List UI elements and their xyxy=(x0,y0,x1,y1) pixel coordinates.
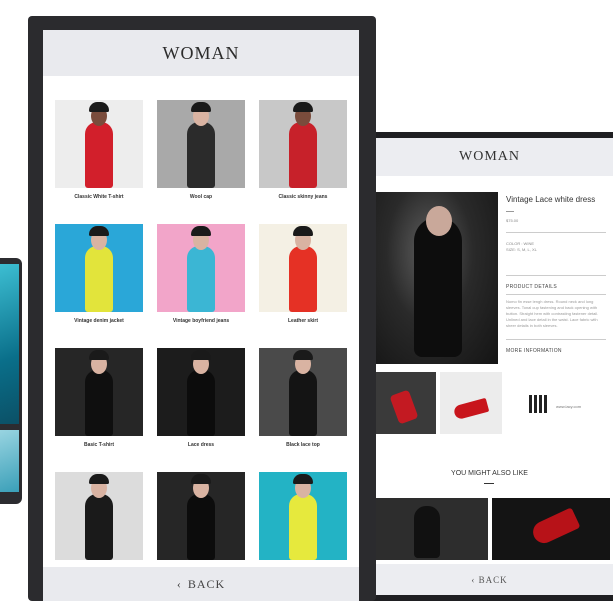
product-card[interactable]: Vintage boyfriend jeans xyxy=(157,224,245,348)
qr-code-icon[interactable] xyxy=(529,395,547,413)
product-detail-screen: WOMAN Vintage Lace white dress $75.00 CO… xyxy=(366,138,613,595)
model-hair xyxy=(191,226,211,236)
model-hair xyxy=(191,350,211,360)
product-hero-image[interactable] xyxy=(374,192,498,364)
product-card[interactable]: Classic White T-shirt xyxy=(55,100,143,224)
product-photo[interactable] xyxy=(55,472,143,560)
product-thumbnail[interactable] xyxy=(374,372,436,434)
model-outfit xyxy=(187,494,215,560)
you-might-also-like-heading: YOU MIGHT ALSO LIKE xyxy=(451,470,528,477)
product-photo[interactable] xyxy=(157,224,245,312)
product-caption: Vintage denim jacket xyxy=(74,318,124,324)
product-photo[interactable] xyxy=(157,472,245,560)
model-figure xyxy=(414,506,440,558)
left-display-partial xyxy=(0,258,22,504)
left-display-image-top xyxy=(0,264,19,424)
model-hair xyxy=(293,474,313,484)
model-outfit xyxy=(289,246,317,312)
catalog-display: WOMAN Classic White T-shirt Wool cap Class… xyxy=(28,16,376,601)
catalog-screen: WOMAN Classic White T-shirt Wool cap Class… xyxy=(43,30,359,601)
model-hair xyxy=(191,474,211,484)
model-outfit xyxy=(85,122,113,188)
model-outfit xyxy=(187,370,215,436)
model-hair xyxy=(293,350,313,360)
model-face xyxy=(426,206,452,236)
model-outfit xyxy=(289,370,317,436)
product-caption: Classic skinny jeans xyxy=(278,194,328,200)
detail-back-button[interactable]: ‹ BACK xyxy=(366,564,613,595)
product-info: Vintage Lace white dress $75.00 COLOR : … xyxy=(506,194,606,354)
left-display-image-bottom xyxy=(0,430,19,492)
more-information-heading: MORE INFORMATION xyxy=(506,348,562,354)
model-hair xyxy=(191,102,211,112)
product-price: $75.00 xyxy=(506,218,519,223)
product-card[interactable]: Wool cap xyxy=(157,100,245,224)
product-photo[interactable] xyxy=(55,100,143,188)
model-outfit xyxy=(289,122,317,188)
product-card[interactable]: Lace dress xyxy=(157,348,245,472)
product-size[interactable]: SIZE: S, M, L, XL xyxy=(506,247,606,253)
shoe-image xyxy=(389,389,419,425)
model-hair xyxy=(293,226,313,236)
model-hair xyxy=(89,350,109,360)
divider xyxy=(506,211,514,212)
product-grid: Classic White T-shirt Wool cap Classic ski… xyxy=(55,100,347,596)
product-thumbnail[interactable] xyxy=(440,372,502,434)
product-photo[interactable] xyxy=(157,348,245,436)
product-url[interactable]: www.lacy.com xyxy=(556,404,581,409)
product-photo[interactable] xyxy=(259,100,347,188)
product-caption: Vintage boyfriend jeans xyxy=(172,318,230,324)
model-hair xyxy=(89,102,109,112)
catalog-header: WOMAN xyxy=(43,30,359,76)
detail-page-title: WOMAN xyxy=(459,149,520,164)
product-card[interactable]: Basic T-shirt xyxy=(55,348,143,472)
product-photo[interactable] xyxy=(259,348,347,436)
product-name: Vintage Lace white dress xyxy=(506,195,596,204)
detail-header: WOMAN xyxy=(366,138,613,176)
divider xyxy=(506,232,606,233)
model-outfit xyxy=(85,246,113,312)
back-label: ‹ BACK xyxy=(176,576,226,591)
divider xyxy=(506,275,606,276)
back-button[interactable]: ‹ BACK xyxy=(43,567,359,601)
divider xyxy=(506,339,606,340)
product-caption: Black lace top xyxy=(286,442,320,448)
divider xyxy=(484,483,494,484)
model-outfit xyxy=(187,246,215,312)
model-hair xyxy=(89,474,109,484)
model-outfit xyxy=(85,370,113,436)
product-photo[interactable] xyxy=(259,224,347,312)
product-card[interactable]: Vintage denim jacket xyxy=(55,224,143,348)
divider xyxy=(506,294,606,295)
product-caption: Wool cap xyxy=(189,194,213,200)
chevron-left-icon: ‹ xyxy=(471,574,476,585)
product-photo[interactable] xyxy=(259,472,347,560)
model-outfit xyxy=(289,494,317,560)
model-figure xyxy=(414,217,462,357)
product-caption: Classic White T-shirt xyxy=(74,194,124,200)
model-outfit xyxy=(85,494,113,560)
product-photo[interactable] xyxy=(55,348,143,436)
product-card[interactable]: Leather skirt xyxy=(259,224,347,348)
product-detail-display: WOMAN Vintage Lace white dress $75.00 CO… xyxy=(352,132,613,601)
shoe-image xyxy=(529,507,581,547)
product-details-text: Nomo fin esse lengh dress. Round neck an… xyxy=(506,299,599,328)
product-caption: Lace dress xyxy=(187,442,215,448)
product-caption: Basic T-shirt xyxy=(83,442,114,448)
shoe-image xyxy=(452,397,490,421)
model-hair xyxy=(89,226,109,236)
product-caption: Leather skirt xyxy=(287,318,318,324)
model-hair xyxy=(293,102,313,112)
product-photo[interactable] xyxy=(157,100,245,188)
page-title: WOMAN xyxy=(162,42,240,63)
product-card[interactable]: Black lace top xyxy=(259,348,347,472)
product-photo[interactable] xyxy=(55,224,143,312)
related-product[interactable] xyxy=(492,498,610,560)
product-details-heading: PRODUCT DETAILS xyxy=(506,284,557,290)
chevron-left-icon: ‹ xyxy=(176,576,182,591)
product-card[interactable]: Classic skinny jeans xyxy=(259,100,347,224)
back-label: ‹ BACK xyxy=(471,574,508,585)
related-product[interactable] xyxy=(374,498,488,560)
model-outfit xyxy=(187,122,215,188)
